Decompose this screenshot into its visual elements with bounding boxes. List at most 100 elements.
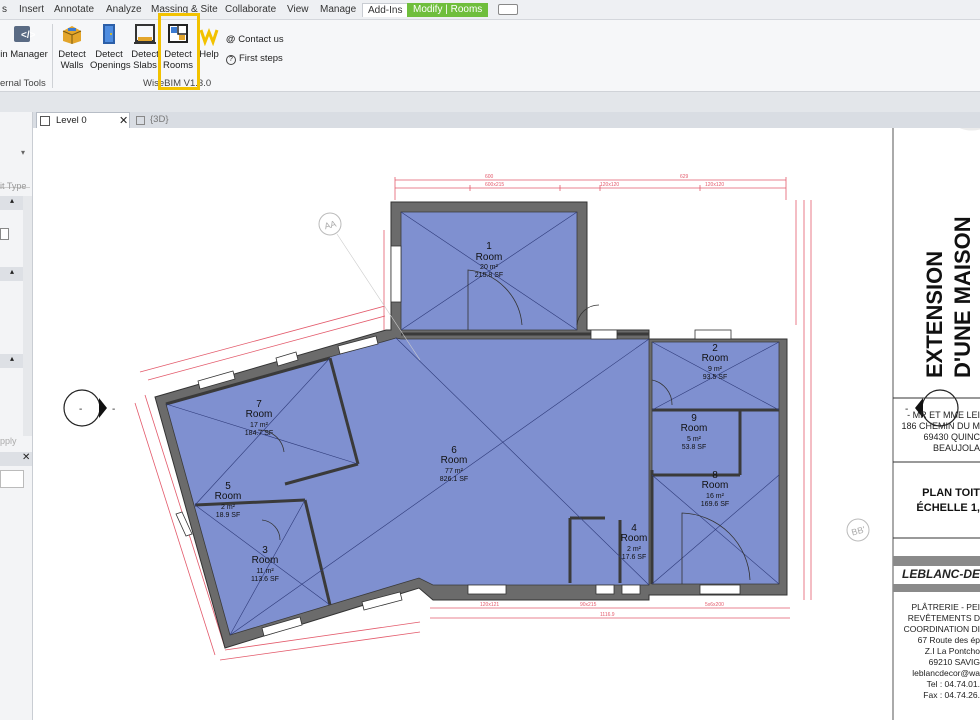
- dim-bottom-c: 90x215: [580, 602, 597, 608]
- manager-label: in Manager: [0, 49, 48, 60]
- sheet-title-line: ÉCHELLE 1,: [916, 501, 980, 514]
- company-line: COORDINATION DI: [904, 624, 980, 634]
- client-line: 186 CHEMIN DU M: [901, 421, 980, 431]
- edit-type-label[interactable]: it Type: [0, 181, 26, 191]
- revit-window: { "menu": { "items": ["s","Insert","Anno…: [0, 0, 980, 720]
- first-steps-link[interactable]: ? First steps: [226, 53, 283, 65]
- room-area-sf: 169.6 SF: [701, 501, 729, 508]
- room-area-sf: 113.6 SF: [251, 576, 279, 583]
- room-area-m2: 9 m²: [708, 366, 723, 373]
- detect-rooms-highlight: [158, 13, 200, 90]
- detect-openings-button[interactable]: Detect Openings: [90, 22, 131, 71]
- room-area-sf: 826.1 SF: [440, 476, 468, 483]
- room-area-m2: 77 m²: [445, 468, 464, 475]
- room-area-m2: 5 m²: [687, 436, 702, 443]
- floor-plan: 629 600 600x215 120x120 120x120 1116.9 1…: [63, 67, 980, 720]
- menu-view[interactable]: View: [287, 3, 309, 17]
- sheet-title: PLAN TOIT ÉCHELLE 1,: [916, 487, 980, 514]
- room-area-sf: 53.8 SF: [682, 444, 707, 451]
- menu-annotate[interactable]: Annotate: [54, 3, 94, 17]
- detect-slabs-button[interactable]: Detect Slabs: [130, 22, 160, 71]
- client-line: 69430 QUINC: [923, 432, 980, 442]
- options-bar: [0, 92, 980, 112]
- apply-button[interactable]: pply: [0, 436, 17, 446]
- room-area-m2: 2 m²: [221, 504, 236, 511]
- room-area-sf: 184.7 SF: [245, 430, 273, 437]
- room-area-sf: 17.6 SF: [622, 554, 647, 561]
- svg-text:</>: </>: [21, 30, 36, 41]
- company-line: 67 Route des ép: [918, 635, 980, 645]
- company-line: PLÂTRERIE - PEI: [912, 602, 980, 612]
- properties-panel: ▾ it Type ▴ ▴ ▴ pply ✕: [0, 112, 33, 720]
- room-name: Room: [702, 353, 729, 364]
- room-area-m2: 17 m²: [250, 422, 269, 429]
- door-icon: [103, 24, 115, 44]
- view-switch-icon[interactable]: [498, 4, 518, 15]
- close-icon[interactable]: ✕: [22, 452, 30, 463]
- room-name: Room: [215, 491, 242, 502]
- client-info: - MR ET MME LEI 186 CHEMIN DU M 69430 QU…: [901, 410, 980, 453]
- tab-3d[interactable]: {3D}: [134, 112, 194, 128]
- room-area-m2: 11 m²: [256, 568, 274, 575]
- tab-3d-label: {3D}: [150, 114, 169, 125]
- room-name: Room: [621, 533, 648, 544]
- menu-manage[interactable]: Manage: [320, 3, 356, 17]
- panel-divider: [52, 24, 53, 88]
- menu-collaborate[interactable]: Collaborate: [225, 3, 276, 17]
- company-line: REVÊTEMENTS D: [908, 613, 980, 623]
- room-area-sf: 215.8 SF: [475, 272, 503, 279]
- browser-search-input[interactable]: [0, 470, 24, 488]
- puzzle-icon: </>: [14, 26, 36, 42]
- detect-walls-label: Detect Walls: [58, 49, 86, 71]
- room-area-m2: 16 m²: [706, 493, 725, 500]
- company-line: Z.I La Pontcho: [925, 646, 980, 656]
- cube-icon: [136, 116, 145, 125]
- room-area-sf: 93.5 SF: [703, 374, 728, 381]
- section-mark-bb[interactable]: BB': [846, 518, 870, 542]
- company-logo-text: LEBLANC-DEC: [902, 567, 980, 581]
- contact-us-link[interactable]: @ Contact us: [226, 34, 284, 45]
- checkbox-field[interactable]: [0, 228, 9, 240]
- menu-add-ins[interactable]: Add-Ins: [362, 3, 409, 17]
- dim-top-b: 600x215: [485, 182, 504, 188]
- client-line: - MR ET MME LEI: [907, 410, 980, 420]
- walls-icon: [62, 26, 82, 44]
- slab-icon: [134, 24, 156, 44]
- sheet-title-line: PLAN TOIT: [922, 487, 980, 499]
- company-info: PLÂTRERIE - PEI REVÊTEMENTS D COORDINATI…: [904, 602, 980, 700]
- room-number: 1: [486, 241, 492, 252]
- menu-analyze[interactable]: Analyze: [106, 3, 142, 17]
- drawing-canvas[interactable]: 629 600 600x215 120x120 120x120 1116.9 1…: [34, 67, 980, 720]
- dim-top-a: 600: [485, 174, 494, 180]
- menu-insert[interactable]: Insert: [19, 3, 44, 17]
- tab-level-0[interactable]: Level 0 ✕: [36, 112, 130, 128]
- room-area-sf: 18.9 SF: [216, 512, 241, 519]
- dim-bottom-a: 1116.9: [600, 612, 615, 618]
- title-line-1: EXTENSION: [922, 251, 947, 378]
- room-area-m2: 2 m²: [627, 546, 642, 553]
- menu-architecture[interactable]: s: [2, 3, 7, 17]
- external-tools-panel-label: ernal Tools: [0, 78, 46, 89]
- properties-scrollbar[interactable]: [23, 196, 32, 436]
- room-name: Room: [246, 409, 273, 420]
- question-icon: ?: [226, 55, 236, 65]
- view-plan-icon: [40, 116, 50, 126]
- menu-modify-rooms[interactable]: Modify | Rooms: [407, 3, 489, 17]
- help-label: Help: [199, 49, 219, 60]
- detect-openings-label: Detect Openings: [90, 49, 131, 71]
- manager-button[interactable]: </> in Manager: [0, 22, 48, 60]
- contact-us-label: Contact us: [238, 34, 284, 45]
- client-line: BEAUJOLA: [933, 443, 980, 453]
- dim-bottom-b: 120x121: [480, 602, 499, 608]
- view-tab-bar: Level 0 ✕ {3D}: [0, 112, 980, 128]
- title-line-2: D'UNE MAISON: [950, 216, 975, 378]
- room-name: Room: [476, 252, 503, 263]
- first-steps-label: First steps: [239, 53, 283, 64]
- elevation-marker-left[interactable]: - -: [63, 389, 115, 427]
- close-icon[interactable]: ✕: [119, 113, 128, 129]
- menu-bar: s Insert Annotate Analyze Massing & Site…: [0, 0, 980, 20]
- ribbon: </> in Manager Detect Walls Detect Openi…: [0, 20, 980, 92]
- room-name: Room: [681, 423, 708, 434]
- detect-walls-button[interactable]: Detect Walls: [55, 22, 89, 71]
- help-button[interactable]: Help: [197, 22, 221, 60]
